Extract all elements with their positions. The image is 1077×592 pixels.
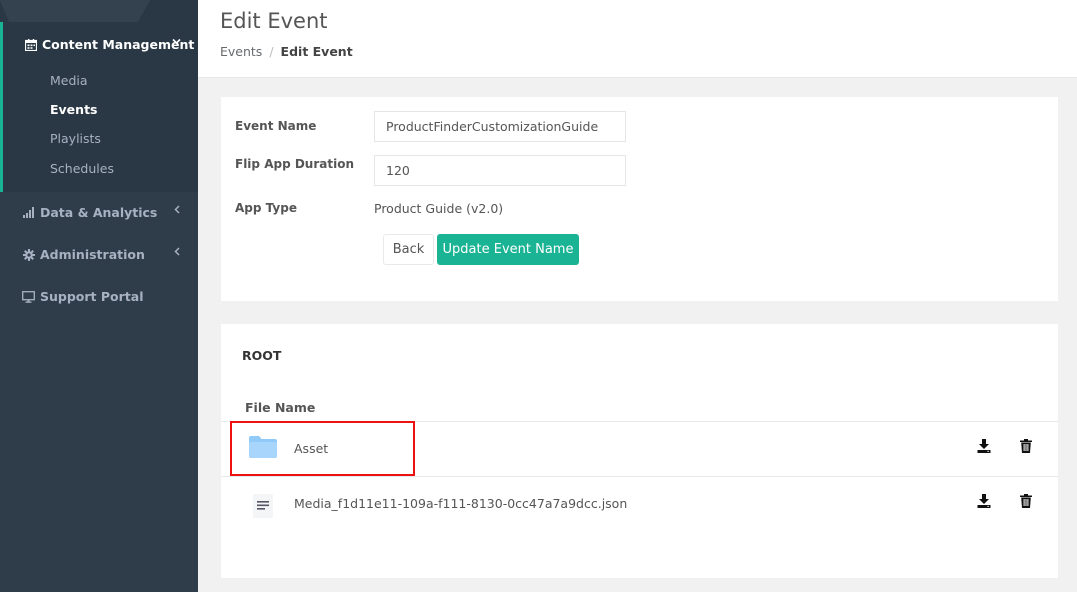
nav-support-portal[interactable]: Support Portal [22,289,144,304]
calendar-icon [24,38,37,51]
trash-icon[interactable] [1020,439,1032,453]
monitor-icon [22,290,35,303]
event-name-input[interactable] [374,111,626,142]
file-name[interactable]: Media_f1d11e11-109a-f111-8130-0cc47a7a9d… [294,496,627,511]
sidebar-item-playlists[interactable]: Playlists [50,131,101,146]
document-icon [253,494,273,518]
chevron-left-icon [174,246,180,259]
download-icon[interactable] [977,439,991,453]
file-name-column-header: File Name [245,400,316,415]
bar-chart-icon [22,206,35,219]
chevron-left-icon [174,204,180,217]
gear-icon [22,248,35,261]
page-header: Edit Event Events / Edit Event [198,0,1077,78]
event-name-label: Event Name [235,119,317,133]
chevron-down-icon [172,35,181,48]
flip-duration-label: Flip App Duration [235,157,354,171]
breadcrumb: Events / Edit Event [220,44,353,59]
highlight-box [230,421,415,476]
update-event-name-button[interactable]: Update Event Name [437,234,579,265]
download-icon[interactable] [977,494,991,508]
root-label: ROOT [242,348,282,363]
breadcrumb-separator: / [269,44,274,59]
sidebar-item-media[interactable]: Media [50,73,88,88]
nav-administration[interactable]: Administration [22,247,145,262]
sidebar: Content Management Media Events Playlist… [0,0,198,592]
nav-data-analytics[interactable]: Data & Analytics [22,205,157,220]
nav-support-portal-label: Support Portal [40,289,144,304]
nav-administration-label: Administration [40,247,145,262]
file-row-json[interactable]: Media_f1d11e11-109a-f111-8130-0cc47a7a9d… [221,477,1058,531]
sidebar-item-events[interactable]: Events [50,102,97,117]
app-type-label: App Type [235,201,297,215]
app-type-value: Product Guide (v2.0) [374,201,504,216]
sidebar-item-schedules[interactable]: Schedules [50,161,114,176]
breadcrumb-events-link[interactable]: Events [220,44,262,59]
back-button[interactable]: Back [383,234,434,265]
event-form-panel: Event Name Flip App Duration App Type Pr… [221,97,1058,301]
page-title: Edit Event [220,9,328,33]
sidebar-top-strip [0,0,198,22]
flip-duration-input[interactable] [374,155,626,186]
nav-data-analytics-label: Data & Analytics [40,205,158,220]
breadcrumb-current: Edit Event [280,44,353,59]
trash-icon[interactable] [1020,494,1032,508]
nav-content-management[interactable]: Content Management [24,37,194,52]
